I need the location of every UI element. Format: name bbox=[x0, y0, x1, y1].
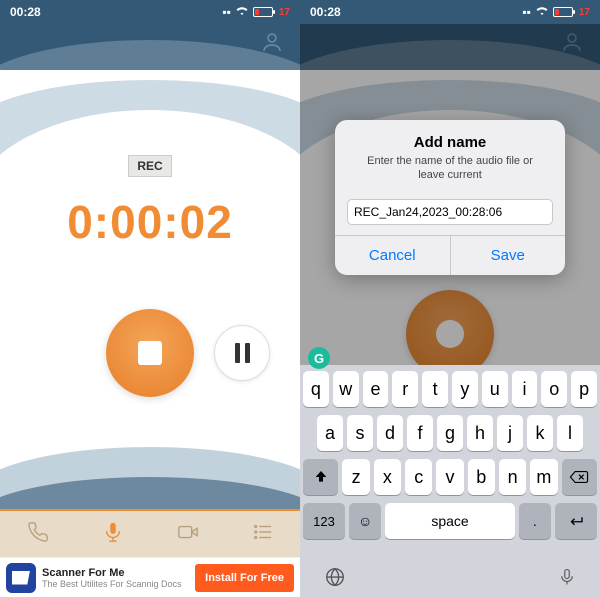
ad-app-icon bbox=[6, 563, 36, 593]
save-button[interactable]: Save bbox=[451, 236, 566, 275]
signal-icon: ▪▪ bbox=[522, 5, 531, 19]
key-s[interactable]: s bbox=[347, 415, 373, 451]
ad-subtitle: The Best Utilites For Scannig Docs bbox=[42, 579, 189, 589]
tab-video[interactable] bbox=[177, 521, 199, 548]
clock: 00:28 bbox=[10, 5, 41, 19]
key-x[interactable]: x bbox=[374, 459, 401, 495]
return-key[interactable] bbox=[555, 503, 597, 539]
numbers-key[interactable]: 123 bbox=[303, 503, 345, 539]
key-row-3: z x c v b n m bbox=[303, 459, 597, 495]
timer-display: 0:00:02 bbox=[67, 195, 233, 249]
key-n[interactable]: n bbox=[499, 459, 526, 495]
battery-percent: 17 bbox=[579, 7, 590, 18]
key-l[interactable]: l bbox=[557, 415, 583, 451]
cancel-button[interactable]: Cancel bbox=[335, 236, 451, 275]
alert-subtitle: Enter the name of the audio file or leav… bbox=[353, 154, 547, 183]
key-t[interactable]: t bbox=[422, 371, 448, 407]
tab-record[interactable] bbox=[102, 521, 124, 548]
dictation-icon[interactable] bbox=[558, 566, 576, 593]
key-r[interactable]: r bbox=[392, 371, 418, 407]
key-h[interactable]: h bbox=[467, 415, 493, 451]
pause-button[interactable] bbox=[214, 325, 270, 381]
battery-icon bbox=[253, 7, 273, 17]
key-c[interactable]: c bbox=[405, 459, 432, 495]
key-u[interactable]: u bbox=[482, 371, 508, 407]
tab-calls[interactable] bbox=[27, 521, 49, 548]
battery-percent: 17 bbox=[279, 7, 290, 18]
globe-icon[interactable] bbox=[324, 566, 346, 593]
key-y[interactable]: y bbox=[452, 371, 478, 407]
status-bar: 00:28 ▪▪ 17 bbox=[0, 0, 300, 24]
key-z[interactable]: z bbox=[342, 459, 369, 495]
key-d[interactable]: d bbox=[377, 415, 403, 451]
emoji-key[interactable]: ☺ bbox=[349, 503, 381, 539]
key-k[interactable]: k bbox=[527, 415, 553, 451]
space-key[interactable]: space bbox=[385, 503, 514, 539]
key-b[interactable]: b bbox=[468, 459, 495, 495]
filename-input[interactable] bbox=[347, 199, 553, 225]
save-name-alert: Add name Enter the name of the audio fil… bbox=[335, 120, 565, 275]
wifi-icon bbox=[235, 5, 249, 19]
period-key[interactable]: . bbox=[519, 503, 551, 539]
alert-title: Add name bbox=[353, 134, 547, 151]
tab-list[interactable] bbox=[252, 521, 274, 548]
signal-icon: ▪▪ bbox=[222, 5, 231, 19]
phone-save-dialog: 00:28 ▪▪ 17 Add name Enter the name of t… bbox=[300, 0, 600, 597]
key-i[interactable]: i bbox=[512, 371, 538, 407]
grammarly-icon[interactable]: G bbox=[308, 347, 330, 369]
key-row-2: a s d f g h j k l bbox=[303, 415, 597, 451]
phone-recording: 00:28 ▪▪ 17 REC 0:00:02 Scanner Fo bbox=[0, 0, 300, 597]
clock: 00:28 bbox=[310, 5, 341, 19]
key-m[interactable]: m bbox=[530, 459, 557, 495]
key-row-1: q w e r t y u i o p bbox=[303, 371, 597, 407]
key-v[interactable]: v bbox=[436, 459, 463, 495]
key-g[interactable]: g bbox=[437, 415, 463, 451]
backspace-key[interactable] bbox=[562, 459, 597, 495]
status-bar: 00:28 ▪▪ 17 bbox=[300, 0, 600, 24]
ad-banner[interactable]: Scanner For Me The Best Utilites For Sca… bbox=[0, 557, 300, 597]
ad-install-button[interactable]: Install For Free bbox=[195, 564, 294, 592]
key-q[interactable]: q bbox=[303, 371, 329, 407]
ad-title: Scanner For Me bbox=[42, 567, 189, 579]
rec-badge: REC bbox=[128, 155, 171, 177]
key-w[interactable]: w bbox=[333, 371, 359, 407]
key-row-4: 123 ☺ space . bbox=[303, 503, 597, 539]
stop-record-button[interactable] bbox=[106, 309, 194, 397]
key-e[interactable]: e bbox=[363, 371, 389, 407]
key-j[interactable]: j bbox=[497, 415, 523, 451]
footer-waves bbox=[0, 417, 300, 517]
key-o[interactable]: o bbox=[541, 371, 567, 407]
battery-icon bbox=[553, 7, 573, 17]
key-f[interactable]: f bbox=[407, 415, 433, 451]
wifi-icon bbox=[535, 5, 549, 19]
shift-key[interactable] bbox=[303, 459, 338, 495]
key-a[interactable]: a bbox=[317, 415, 343, 451]
key-p[interactable]: p bbox=[571, 371, 597, 407]
tab-bar bbox=[0, 509, 300, 557]
